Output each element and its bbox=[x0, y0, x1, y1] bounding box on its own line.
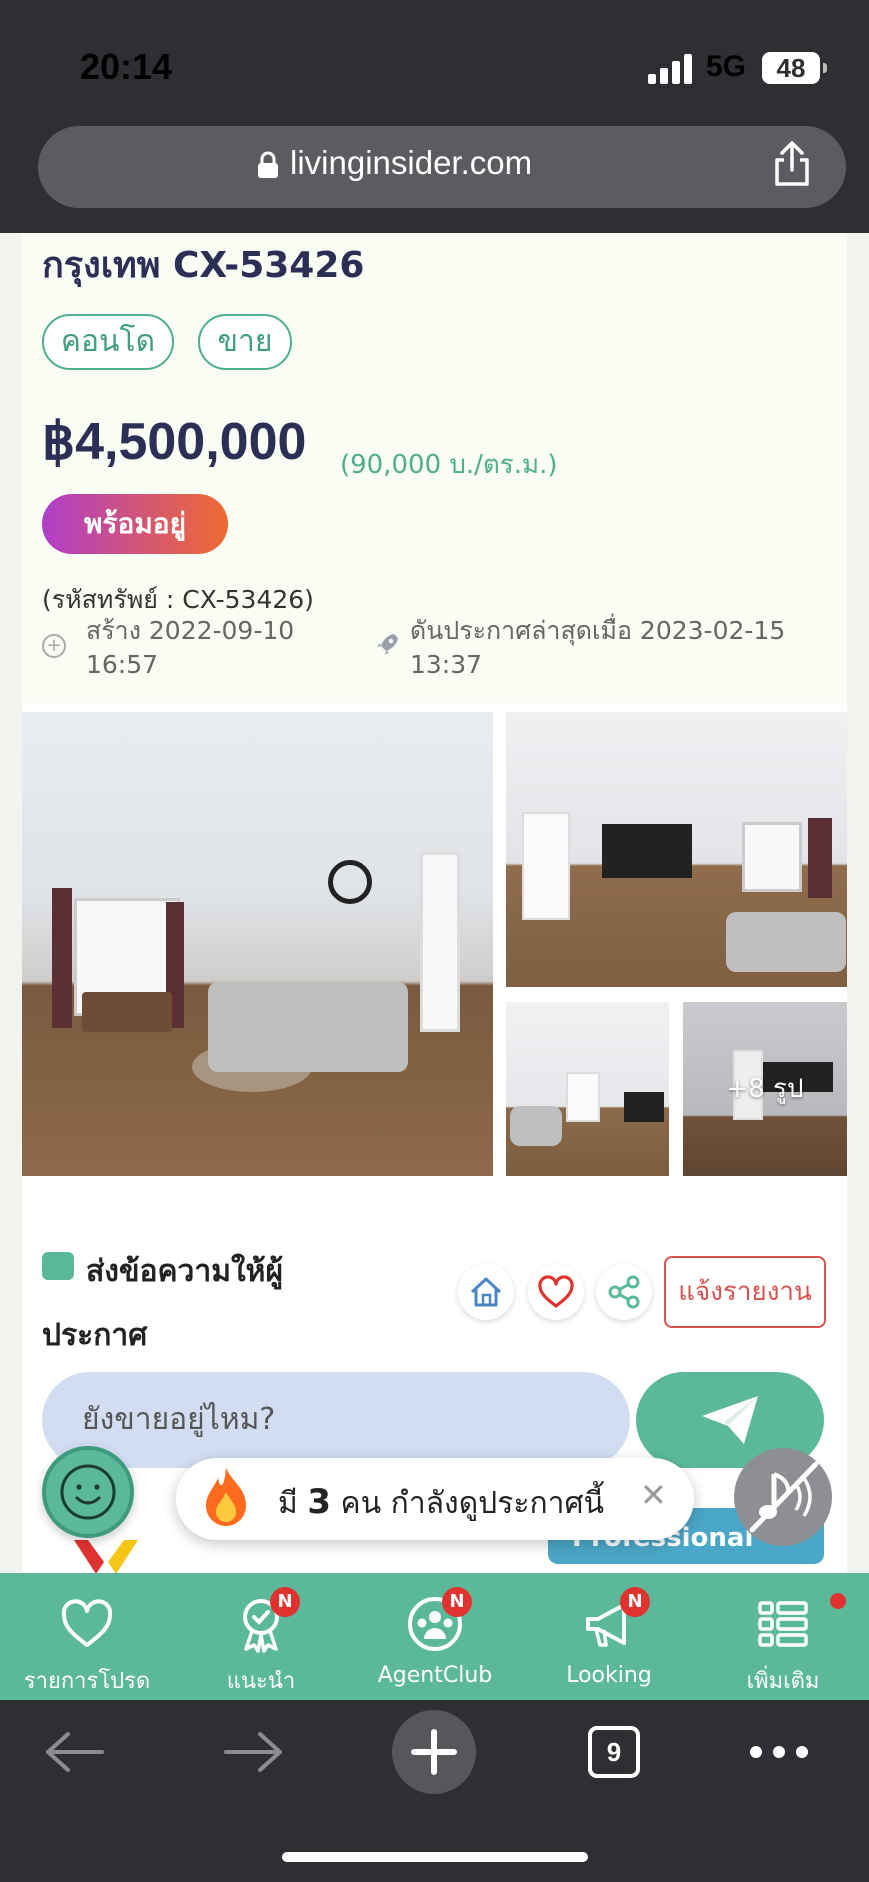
sound-off-icon bbox=[749, 1461, 819, 1533]
nav-label-looking: Looking bbox=[566, 1663, 652, 1688]
share-icon[interactable] bbox=[772, 140, 812, 188]
home-button[interactable] bbox=[458, 1264, 514, 1320]
message-section-title: ส่งข้อความให้ผู้ประกาศ bbox=[42, 1254, 284, 1353]
nav-dot-more bbox=[830, 1593, 846, 1609]
nav-label-favorites: รายการโปรด bbox=[23, 1669, 151, 1694]
nav-recommend[interactable]: N แนะนำ bbox=[174, 1573, 348, 1700]
plus-circle-icon: + bbox=[42, 634, 66, 658]
plus-icon bbox=[411, 1729, 457, 1775]
listing-title: กรุงเทพ CX-53426 bbox=[42, 245, 365, 286]
fire-icon bbox=[206, 1468, 246, 1526]
nav-favorites[interactable]: รายการโปรด bbox=[0, 1573, 174, 1700]
viewers-prefix: มี bbox=[278, 1486, 298, 1521]
back-arrow-icon[interactable] bbox=[44, 1730, 106, 1774]
more-photos-label[interactable]: +8 รูป bbox=[683, 1002, 847, 1176]
nav-label-agentclub: AgentClub bbox=[377, 1663, 493, 1688]
nav-label-recommend: แนะนำ bbox=[226, 1669, 296, 1694]
tabs-button[interactable]: 9 bbox=[588, 1726, 640, 1778]
home-indicator bbox=[282, 1852, 588, 1862]
close-icon[interactable]: ✕ bbox=[640, 1476, 667, 1514]
cellular-signal-icon bbox=[648, 54, 694, 84]
nav-agentclub[interactable]: N AgentClub bbox=[348, 1573, 522, 1700]
status-time: 20:14 bbox=[80, 46, 173, 87]
rocket-icon bbox=[377, 634, 398, 655]
mute-button[interactable] bbox=[734, 1448, 832, 1546]
viewers-count: 3 bbox=[307, 1482, 331, 1522]
tag-sale[interactable]: ขาย bbox=[198, 314, 292, 370]
created-date: สร้าง 2022-09-10 16:57 bbox=[86, 616, 295, 679]
more-dots-icon[interactable] bbox=[746, 1740, 812, 1764]
heart-outline-icon bbox=[61, 1599, 113, 1647]
page-gutter-left bbox=[0, 233, 22, 1573]
report-button[interactable]: แจ้งรายงาน bbox=[664, 1256, 826, 1328]
bumped-date: ดันประกาศล่าสุดเมื่อ 2023-02-15 13:37 bbox=[410, 616, 786, 679]
smiley-icon bbox=[60, 1464, 116, 1520]
photo-hallway[interactable] bbox=[506, 1002, 669, 1176]
battery-icon: 48 bbox=[762, 52, 827, 84]
photo-living[interactable] bbox=[506, 712, 847, 987]
new-tab-button[interactable] bbox=[392, 1710, 476, 1794]
lock-icon bbox=[258, 151, 278, 178]
paper-plane-icon bbox=[702, 1396, 758, 1444]
message-input[interactable]: ยังขายอยู่ไหม? bbox=[42, 1372, 630, 1468]
smile-chat-button[interactable] bbox=[42, 1446, 134, 1538]
heart-icon bbox=[538, 1275, 574, 1308]
nav-badge-agentclub: N bbox=[442, 1587, 472, 1617]
share-listing-button[interactable] bbox=[596, 1264, 652, 1320]
nav-more[interactable]: เพิ่มเติม bbox=[696, 1573, 869, 1700]
page-gutter-right bbox=[847, 233, 869, 1573]
favorite-button[interactable] bbox=[528, 1264, 584, 1320]
viewers-text: มี 3 คน กำลังดูประกาศนี้ bbox=[278, 1480, 604, 1527]
status-badge: พร้อมอยู่ bbox=[42, 494, 228, 554]
share-nodes-icon bbox=[608, 1275, 640, 1309]
network-type: 5G bbox=[706, 50, 747, 83]
nav-label-more: เพิ่มเติม bbox=[746, 1669, 820, 1694]
forward-arrow-icon[interactable] bbox=[222, 1730, 284, 1774]
photo-main[interactable] bbox=[22, 712, 493, 1176]
price-per-sqm: (90,000 บ./ตร.ม.) bbox=[340, 450, 558, 480]
address-text: livinginsider.com bbox=[290, 144, 533, 181]
house-icon bbox=[470, 1277, 502, 1307]
listing-price: ฿4,500,000 bbox=[42, 413, 307, 471]
nav-badge-recommend: N bbox=[270, 1587, 300, 1617]
viewers-suffix: คน กำลังดูประกาศนี้ bbox=[340, 1486, 605, 1521]
list-menu-icon bbox=[758, 1601, 808, 1647]
nav-badge-looking: N bbox=[620, 1587, 650, 1617]
nav-looking[interactable]: N Looking bbox=[522, 1573, 696, 1700]
tag-condo[interactable]: คอนโด bbox=[42, 314, 174, 370]
